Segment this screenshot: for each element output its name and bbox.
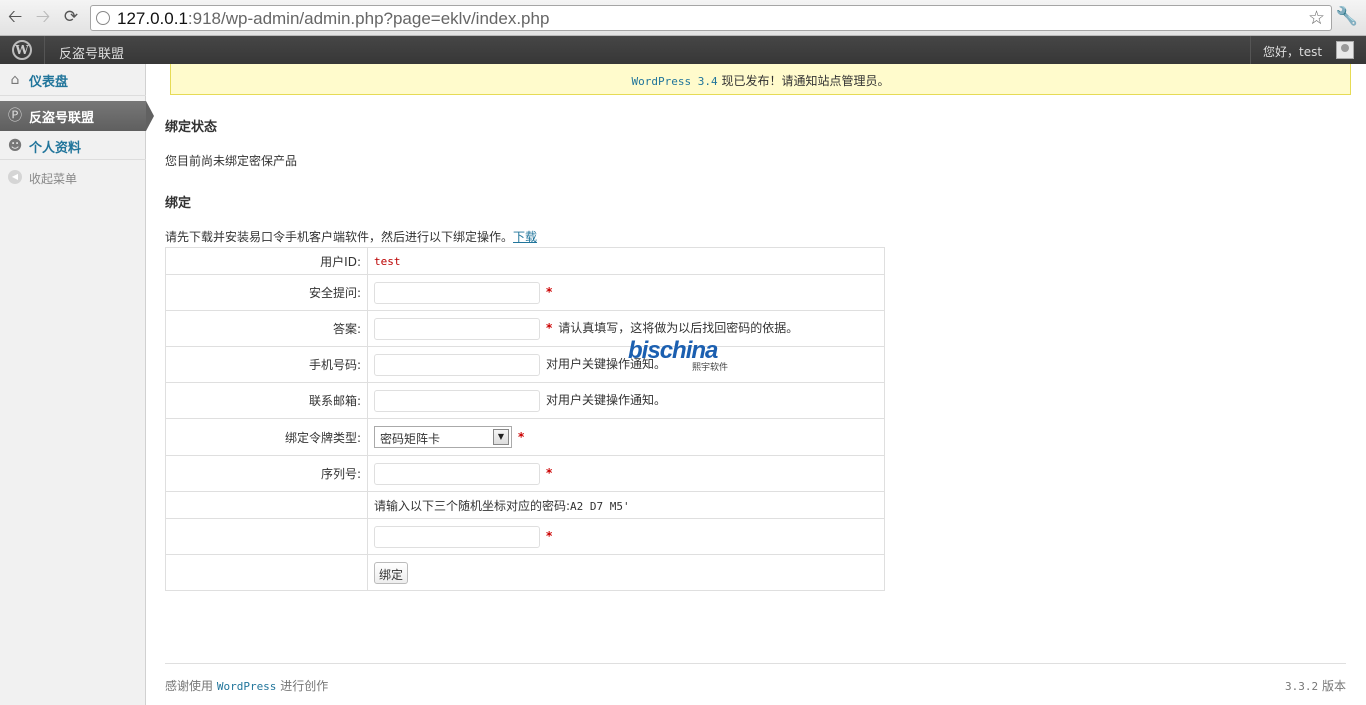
serial-input[interactable]	[374, 462, 540, 485]
avatar[interactable]	[1336, 41, 1354, 59]
browser-toolbar: 🡠 🡢 ⟳ 127.0.0.1:918/wp-admin/admin.php?p…	[0, 0, 1366, 36]
form-row-coords-prompt: 请输入以下三个随机坐标对应的密码:A2 D7 M5'	[165, 491, 885, 519]
required-marker: *	[518, 429, 525, 444]
question-label: 安全提问:	[165, 274, 368, 311]
wordpress-icon: Ⓟ	[8, 108, 22, 124]
bookmark-star-icon[interactable]: ☆	[1308, 7, 1325, 29]
collapse-menu-label: 收起菜单	[29, 172, 78, 186]
form-row-user-id: 用户ID: test	[165, 247, 885, 275]
divider	[44, 36, 45, 64]
forward-arrow-icon[interactable]: 🡢	[32, 6, 54, 28]
email-note: 对用户关键操作通知。	[546, 393, 667, 407]
form-row-question: 安全提问: *	[165, 274, 885, 311]
bind-button[interactable]: 绑定	[374, 561, 409, 584]
site-name-link[interactable]: 反盗号联盟	[59, 43, 124, 62]
user-id-value: test	[374, 255, 401, 268]
bind-intro: 请先下载并安装易口令手机客户端软件，然后进行以下绑定操作。下载	[165, 228, 537, 245]
admin-menu: ⌂ 仪表盘 Ⓟ 反盗号联盟 ☻ 个人资料 ◀ 收起菜单	[0, 64, 154, 705]
sidebar-item-dashboard[interactable]: ⌂ 仪表盘	[0, 64, 146, 96]
form-row-token-type: 绑定令牌类型: 密码矩阵卡 ▼ *	[165, 418, 885, 456]
answer-label: 答案:	[165, 310, 368, 347]
house-icon: ⌂	[10, 72, 20, 88]
collapse-arrow-icon: ◀	[8, 170, 22, 184]
sidebar-item-label: 个人资料	[29, 141, 82, 156]
update-notice-text: 现已发布！请通知站点管理员。	[717, 74, 890, 88]
wordpress-logo-icon[interactable]: W	[12, 40, 32, 60]
question-input[interactable]	[374, 281, 540, 304]
bind-form: 用户ID: test 安全提问: * 答案: * 请认真填写，这将做为以后找回密码…	[165, 247, 885, 591]
coords-value: A2 D7 M5'	[570, 499, 630, 513]
serial-label: 序列号:	[165, 455, 368, 492]
token-type-value: 密码矩阵卡	[380, 432, 441, 446]
token-type-select[interactable]: 密码矩阵卡 ▼	[374, 426, 512, 448]
update-notice: WordPress 3.4 现已发布！请通知站点管理员。	[170, 64, 1351, 95]
form-row-submit: 绑定	[165, 554, 885, 591]
email-input[interactable]	[374, 389, 540, 412]
phone-input[interactable]	[374, 353, 540, 376]
footer-version: 3.3.2 版本	[1285, 679, 1346, 693]
howdy-user[interactable]: 您好，test	[1263, 43, 1322, 60]
coords-prompt: 请输入以下三个随机坐标对应的密码:	[374, 498, 571, 513]
bind-status-text: 您目前尚未绑定密保产品	[165, 154, 298, 168]
form-row-answer: 答案: * 请认真填写，这将做为以后找回密码的依据。	[165, 310, 885, 347]
wordpress-update-link[interactable]: WordPress 3.4	[632, 75, 718, 88]
wrench-icon[interactable]: 🔧	[1336, 6, 1358, 27]
bind-status-heading: 绑定状态	[165, 120, 218, 135]
phone-label: 手机号码:	[165, 346, 368, 383]
wordpress-link[interactable]: WordPress	[217, 680, 277, 693]
required-marker: *	[546, 321, 553, 335]
required-marker: *	[546, 466, 553, 480]
footer-thanks: 感谢使用 WordPress 进行创作	[165, 679, 329, 693]
user-id-label: 用户ID:	[165, 247, 368, 275]
bischina-watermark-logo: bischina 熙宇软件	[628, 333, 738, 373]
admin-bar: W 反盗号联盟 您好，test	[0, 36, 1366, 64]
collapse-menu[interactable]: ◀ 收起菜单	[0, 164, 146, 196]
watermark-subtitle: 熙宇软件	[692, 363, 729, 373]
form-row-phone: 手机号码: 对用户关键操作通知。	[165, 346, 885, 383]
required-marker: *	[546, 285, 553, 299]
download-link[interactable]: 下载	[513, 230, 537, 244]
sidebar-item-profile[interactable]: ☻ 个人资料	[0, 130, 146, 160]
reload-icon[interactable]: ⟳	[60, 6, 82, 28]
sidebar-item-label: 仪表盘	[29, 75, 69, 90]
required-marker: *	[546, 529, 553, 543]
globe-icon	[96, 11, 110, 25]
dropdown-arrow-icon: ▼	[493, 429, 509, 445]
intro-text: 请先下载并安装易口令手机客户端软件，然后进行以下绑定操作。	[165, 230, 514, 244]
form-row-email: 联系邮箱: 对用户关键操作通知。	[165, 382, 885, 419]
address-url[interactable]: 127.0.0.1:918/wp-admin/admin.php?page=ek…	[117, 9, 549, 29]
address-bar[interactable]: 127.0.0.1:918/wp-admin/admin.php?page=ek…	[90, 5, 1332, 31]
footer-divider	[165, 663, 1346, 664]
form-row-coords-input: *	[165, 518, 885, 555]
sidebar-item-anti-theft[interactable]: Ⓟ 反盗号联盟	[0, 101, 154, 131]
form-row-serial: 序列号: *	[165, 455, 885, 492]
bind-heading: 绑定	[165, 196, 192, 211]
answer-input[interactable]	[374, 317, 540, 340]
token-type-label: 绑定令牌类型:	[165, 418, 368, 456]
users-icon: ☻	[7, 138, 23, 154]
coords-password-input[interactable]	[374, 525, 540, 548]
back-arrow-icon[interactable]: 🡠	[4, 6, 26, 28]
sidebar-item-label: 反盗号联盟	[29, 111, 95, 126]
divider	[1250, 36, 1251, 64]
email-label: 联系邮箱:	[165, 382, 368, 419]
